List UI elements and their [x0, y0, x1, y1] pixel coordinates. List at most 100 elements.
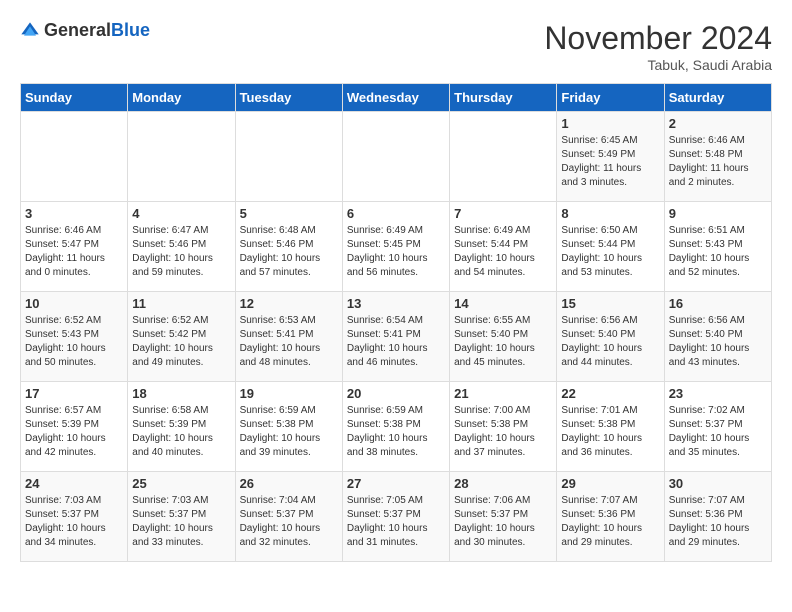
day-cell: 6 Sunrise: 6:49 AMSunset: 5:45 PMDaylight…	[342, 202, 449, 292]
day-cell	[128, 112, 235, 202]
day-cell: 23 Sunrise: 7:02 AMSunset: 5:37 PMDayligh…	[664, 382, 771, 472]
day-number: 14	[454, 296, 552, 311]
day-cell: 15Sunrise: 6:56 AMSunset: 5:40 PMDayligh…	[557, 292, 664, 382]
day-number: 8	[561, 206, 659, 221]
day-cell: 25 Sunrise: 7:03 AMSunset: 5:37 PMDayligh…	[128, 472, 235, 562]
day-cell: 1 Sunrise: 6:45 AMSunset: 5:49 PMDaylight…	[557, 112, 664, 202]
day-cell: 3 Sunrise: 6:46 AMSunset: 5:47 PMDaylight…	[21, 202, 128, 292]
day-number: 19	[240, 386, 338, 401]
day-info: Sunrise: 6:52 AMSunset: 5:43 PMDaylight:…	[25, 314, 123, 370]
day-info: Sunrise: 6:54 AMSunset: 5:41 PMDaylight:…	[347, 314, 445, 370]
day-cell: 10 Sunrise: 6:52 AMSunset: 5:43 PMDayligh…	[21, 292, 128, 382]
day-number: 29	[561, 476, 659, 491]
day-cell: 11Sunrise: 6:52 AMSunset: 5:42 PMDayligh…	[128, 292, 235, 382]
day-cell: 27 Sunrise: 7:05 AMSunset: 5:37 PMDayligh…	[342, 472, 449, 562]
day-info: Sunrise: 6:46 AMSunset: 5:48 PMDaylight:…	[669, 134, 767, 190]
logo-general: General	[44, 20, 111, 40]
day-cell	[235, 112, 342, 202]
day-cell: 30 Sunrise: 7:07 AMSunset: 5:36 PMDayligh…	[664, 472, 771, 562]
day-cell: 12 Sunrise: 6:53 AMSunset: 5:41 PMDayligh…	[235, 292, 342, 382]
week-row-5: 24 Sunrise: 7:03 AMSunset: 5:37 PMDayligh…	[21, 472, 772, 562]
day-number: 25	[132, 476, 230, 491]
day-number: 9	[669, 206, 767, 221]
day-info: Sunrise: 7:03 AMSunset: 5:37 PMDaylight:…	[132, 494, 230, 550]
week-row-4: 17 Sunrise: 6:57 AMSunset: 5:39 PMDayligh…	[21, 382, 772, 472]
day-number: 10	[25, 296, 123, 311]
day-info: Sunrise: 7:04 AMSunset: 5:37 PMDaylight:…	[240, 494, 338, 550]
calendar-table: SundayMondayTuesdayWednesdayThursdayFrid…	[20, 83, 772, 562]
day-info: Sunrise: 7:03 AMSunset: 5:37 PMDaylight:…	[25, 494, 123, 550]
day-cell: 7 Sunrise: 6:49 AMSunset: 5:44 PMDaylight…	[450, 202, 557, 292]
day-cell	[450, 112, 557, 202]
day-info: Sunrise: 7:01 AMSunset: 5:38 PMDaylight:…	[561, 404, 659, 460]
day-number: 30	[669, 476, 767, 491]
day-info: Sunrise: 6:48 AMSunset: 5:46 PMDaylight:…	[240, 224, 338, 280]
day-info: Sunrise: 7:00 AMSunset: 5:38 PMDaylight:…	[454, 404, 552, 460]
page-header: GeneralBlue November 2024 Tabuk, Saudi A…	[20, 20, 772, 73]
day-number: 27	[347, 476, 445, 491]
day-header-friday: Friday	[557, 84, 664, 112]
month-title: November 2024	[544, 20, 772, 57]
day-cell: 18 Sunrise: 6:58 AMSunset: 5:39 PMDayligh…	[128, 382, 235, 472]
day-number: 22	[561, 386, 659, 401]
day-cell: 16 Sunrise: 6:56 AMSunset: 5:40 PMDayligh…	[664, 292, 771, 382]
day-info: Sunrise: 7:05 AMSunset: 5:37 PMDaylight:…	[347, 494, 445, 550]
day-number: 18	[132, 386, 230, 401]
day-cell: 14Sunrise: 6:55 AMSunset: 5:40 PMDayligh…	[450, 292, 557, 382]
day-info: Sunrise: 6:59 AMSunset: 5:38 PMDaylight:…	[347, 404, 445, 460]
day-number: 17	[25, 386, 123, 401]
day-cell: 2 Sunrise: 6:46 AMSunset: 5:48 PMDaylight…	[664, 112, 771, 202]
day-info: Sunrise: 7:02 AMSunset: 5:37 PMDaylight:…	[669, 404, 767, 460]
day-number: 26	[240, 476, 338, 491]
day-header-thursday: Thursday	[450, 84, 557, 112]
day-number: 5	[240, 206, 338, 221]
day-number: 3	[25, 206, 123, 221]
logo-icon	[20, 21, 40, 41]
day-header-saturday: Saturday	[664, 84, 771, 112]
day-info: Sunrise: 7:07 AMSunset: 5:36 PMDaylight:…	[561, 494, 659, 550]
location-subtitle: Tabuk, Saudi Arabia	[544, 57, 772, 73]
day-info: Sunrise: 6:57 AMSunset: 5:39 PMDaylight:…	[25, 404, 123, 460]
day-number: 6	[347, 206, 445, 221]
day-number: 15	[561, 296, 659, 311]
day-number: 4	[132, 206, 230, 221]
day-info: Sunrise: 6:45 AMSunset: 5:49 PMDaylight:…	[561, 134, 659, 190]
day-info: Sunrise: 7:07 AMSunset: 5:36 PMDaylight:…	[669, 494, 767, 550]
week-row-3: 10 Sunrise: 6:52 AMSunset: 5:43 PMDayligh…	[21, 292, 772, 382]
day-cell: 8 Sunrise: 6:50 AMSunset: 5:44 PMDaylight…	[557, 202, 664, 292]
day-cell: 29 Sunrise: 7:07 AMSunset: 5:36 PMDayligh…	[557, 472, 664, 562]
day-number: 1	[561, 116, 659, 131]
day-number: 24	[25, 476, 123, 491]
day-number: 12	[240, 296, 338, 311]
day-info: Sunrise: 6:56 AMSunset: 5:40 PMDaylight:…	[669, 314, 767, 370]
day-cell: 19Sunrise: 6:59 AMSunset: 5:38 PMDayligh…	[235, 382, 342, 472]
day-number: 2	[669, 116, 767, 131]
day-cell: 24 Sunrise: 7:03 AMSunset: 5:37 PMDayligh…	[21, 472, 128, 562]
day-number: 13	[347, 296, 445, 311]
day-header-sunday: Sunday	[21, 84, 128, 112]
day-info: Sunrise: 6:51 AMSunset: 5:43 PMDaylight:…	[669, 224, 767, 280]
day-info: Sunrise: 6:53 AMSunset: 5:41 PMDaylight:…	[240, 314, 338, 370]
day-info: Sunrise: 6:58 AMSunset: 5:39 PMDaylight:…	[132, 404, 230, 460]
week-row-2: 3 Sunrise: 6:46 AMSunset: 5:47 PMDaylight…	[21, 202, 772, 292]
day-cell: 4 Sunrise: 6:47 AMSunset: 5:46 PMDaylight…	[128, 202, 235, 292]
day-info: Sunrise: 6:47 AMSunset: 5:46 PMDaylight:…	[132, 224, 230, 280]
day-number: 7	[454, 206, 552, 221]
day-number: 11	[132, 296, 230, 311]
day-info: Sunrise: 7:06 AMSunset: 5:37 PMDaylight:…	[454, 494, 552, 550]
day-number: 16	[669, 296, 767, 311]
logo-blue: Blue	[111, 20, 150, 40]
day-number: 23	[669, 386, 767, 401]
day-cell: 20 Sunrise: 6:59 AMSunset: 5:38 PMDayligh…	[342, 382, 449, 472]
day-info: Sunrise: 6:46 AMSunset: 5:47 PMDaylight:…	[25, 224, 123, 280]
day-cell	[21, 112, 128, 202]
day-info: Sunrise: 6:49 AMSunset: 5:45 PMDaylight:…	[347, 224, 445, 280]
day-header-tuesday: Tuesday	[235, 84, 342, 112]
day-number: 21	[454, 386, 552, 401]
day-cell: 17 Sunrise: 6:57 AMSunset: 5:39 PMDayligh…	[21, 382, 128, 472]
day-info: Sunrise: 6:50 AMSunset: 5:44 PMDaylight:…	[561, 224, 659, 280]
day-cell: 9 Sunrise: 6:51 AMSunset: 5:43 PMDaylight…	[664, 202, 771, 292]
day-number: 20	[347, 386, 445, 401]
header-row: SundayMondayTuesdayWednesdayThursdayFrid…	[21, 84, 772, 112]
day-info: Sunrise: 6:49 AMSunset: 5:44 PMDaylight:…	[454, 224, 552, 280]
